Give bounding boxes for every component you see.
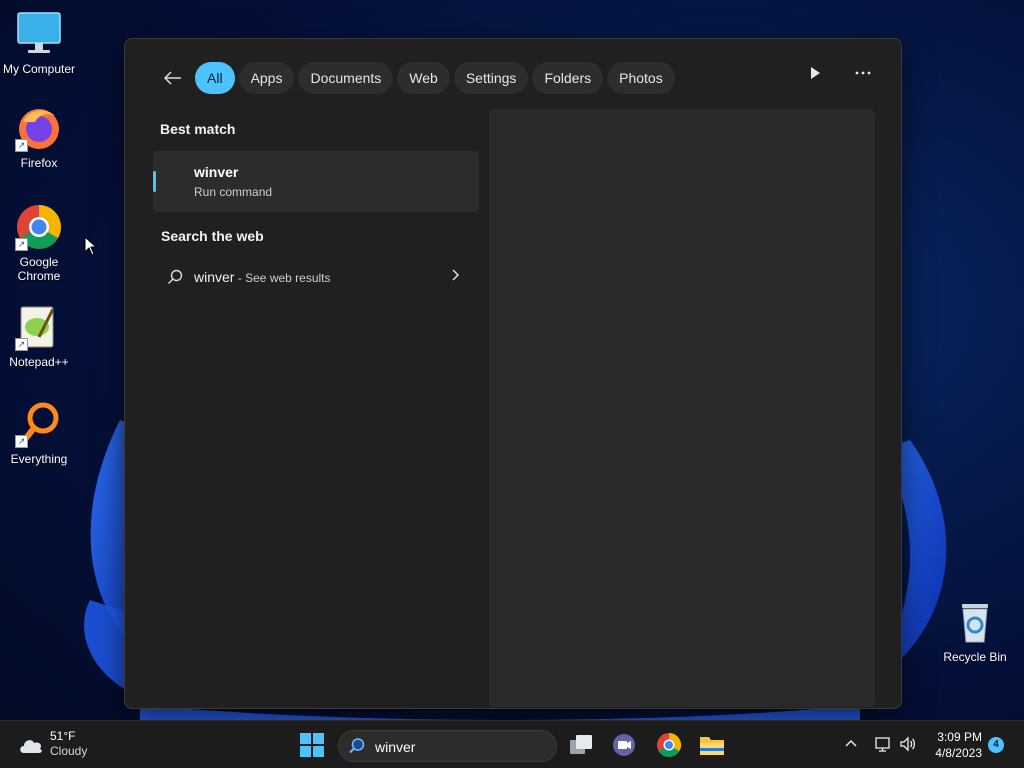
notepadpp-icon: ↗ [15,303,63,351]
taskbar-search[interactable] [338,730,557,762]
desktop-icon-recycle-bin[interactable]: Recycle Bin [936,598,1014,664]
more-tabs-button[interactable] [809,66,821,85]
clock-date: 4/8/2023 [935,746,982,760]
desktop-icon-my-computer[interactable]: My Computer [0,10,78,76]
shortcut-arrow-icon: ↗ [15,139,28,152]
firefox-icon: ↗ [15,104,63,152]
monitor-icon [15,10,63,58]
web-query: winver [194,269,235,285]
everything-icon: ↗ [15,400,63,448]
more-dots-icon [855,71,871,75]
result-title: winver [194,164,239,180]
desktop-icon-label: Firefox [20,156,58,170]
recycle-bin-icon [951,598,999,646]
weather-temp: 51°F [50,729,76,743]
web-suffix: - See web results [234,271,331,285]
taskbar-search-input[interactable] [373,736,547,758]
search-icon [168,269,183,284]
tab-folders[interactable]: Folders [532,62,604,94]
chrome-icon[interactable] [656,732,682,758]
tab-photos[interactable]: Photos [607,62,675,94]
task-view-icon[interactable] [568,732,594,758]
search-panel: All Apps Documents Web Settings Folders … [124,38,902,709]
clock[interactable]: 3:09 PM 4/8/2023 [930,729,982,761]
back-arrow-icon [164,71,181,85]
start-button[interactable] [299,732,325,758]
play-icon [811,67,820,79]
selection-indicator [153,171,156,192]
chevron-up-icon[interactable] [845,739,857,747]
chrome-icon: ↗ [15,203,63,251]
tab-all[interactable]: All [195,62,235,94]
desktop-icon-notepadpp[interactable]: ↗ Notepad++ [0,303,78,369]
search-web-heading: Search the web [161,228,264,244]
desktop-icon-label: Everything [10,452,68,466]
tab-settings[interactable]: Settings [453,62,529,94]
result-subtitle: Run command [194,185,273,199]
weather-condition: Cloudy [50,744,88,758]
notification-badge[interactable]: 4 [988,737,1004,753]
teams-chat-icon[interactable] [611,732,637,758]
back-button[interactable] [161,62,185,94]
desktop-icon-label: My Computer [2,62,76,76]
desktop-icon-chrome[interactable]: ↗ Google Chrome [0,203,78,283]
desktop-icon-label: Recycle Bin [943,650,1007,664]
preview-pane [489,109,875,707]
tab-documents[interactable]: Documents [298,62,394,94]
web-result[interactable]: winver - See web results [153,259,479,295]
taskbar: 51°F Cloudy winver 3:09 PM 4/8/2023 4 [0,720,1024,768]
clock-time: 3:09 PM [937,730,982,744]
shortcut-arrow-icon: ↗ [15,435,28,448]
volume-icon[interactable] [899,735,917,753]
desktop-icon-label: Google Chrome [17,255,61,283]
tab-apps[interactable]: Apps [238,62,295,94]
desktop-icon-firefox[interactable]: ↗ Firefox [0,104,78,170]
mouse-cursor-icon [84,236,98,256]
chevron-right-icon [452,269,460,281]
best-match-heading: Best match [160,121,236,137]
tab-web[interactable]: Web [397,62,450,94]
desktop-icon-label: Notepad++ [9,355,69,369]
more-options-button[interactable] [855,66,871,85]
shortcut-arrow-icon: ↗ [15,238,28,251]
cloud-icon [20,740,42,753]
filter-tabs: All Apps Documents Web Settings Folders … [161,62,679,94]
best-match-result[interactable]: winver Run command [153,151,479,212]
network-icon[interactable] [874,735,892,753]
shortcut-arrow-icon: ↗ [15,338,28,351]
web-result-text: winver - See web results [194,269,331,285]
search-icon [349,738,365,754]
desktop-icon-everything[interactable]: ↗ Everything [0,400,78,466]
file-explorer-icon[interactable] [699,732,725,758]
